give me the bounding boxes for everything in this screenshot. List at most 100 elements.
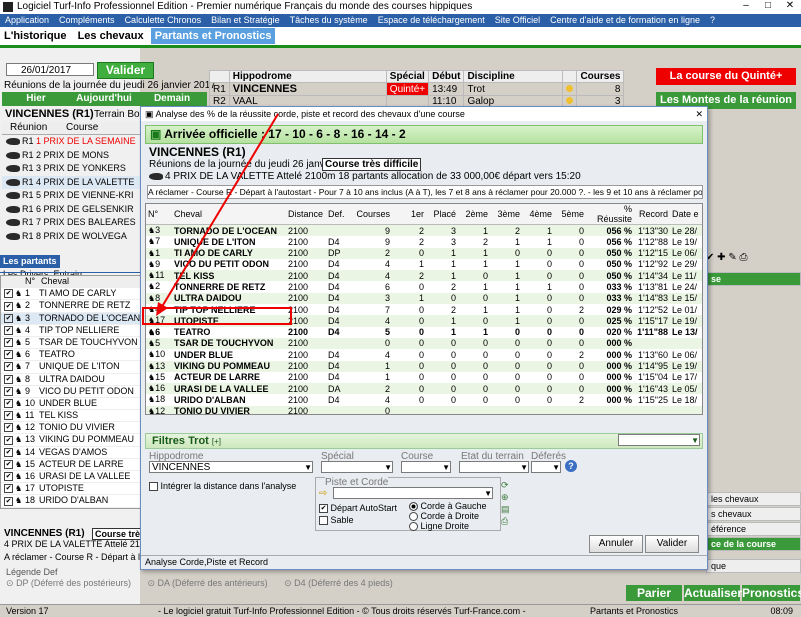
partant-checkbox[interactable]: ✔ — [4, 447, 13, 457]
partant-checkbox[interactable]: ✔ — [4, 411, 13, 421]
col-4[interactable]: Courses — [352, 204, 392, 225]
menu-item-7[interactable]: Centre d'aide et de formation en ligne — [550, 15, 700, 25]
toolbar-icon-3[interactable]: ✎ — [728, 252, 736, 263]
quinte-button[interactable]: La course du Quinté+ — [656, 68, 796, 85]
menu-item-6[interactable]: Site Officiel — [495, 15, 540, 25]
partant-row[interactable]: ✔ ♞ 6 TEATRO — [1, 349, 141, 362]
partant-checkbox[interactable]: ✔ — [4, 362, 13, 372]
close-button[interactable]: ✕ — [779, 0, 801, 11]
menu-item-0[interactable]: Application — [5, 15, 49, 25]
analysis-row[interactable]: ♞13 VIKING DU POMMEAU 2100 D4 1 0 0 0 0 0 0 000 % 1'… — [146, 360, 702, 372]
aujourdhui-button[interactable]: Aujourd'hui — [70, 92, 138, 106]
partant-row[interactable]: ✔ ♞ 15 ACTEUR DE LARRE — [1, 459, 141, 471]
menu-item-8[interactable]: ? — [710, 15, 715, 25]
tab-partants[interactable]: Les partants — [0, 255, 60, 268]
filtres-select[interactable]: ▼ — [618, 434, 700, 446]
partant-checkbox[interactable]: ✔ — [4, 301, 13, 311]
right-item-4[interactable]: ce de la course — [706, 537, 801, 551]
partant-row[interactable]: ✔ ♞ 11 TEL KISS — [1, 410, 141, 423]
partant-checkbox[interactable]: ✔ — [4, 484, 13, 494]
col-6[interactable]: Placé — [426, 204, 458, 225]
partant-row[interactable]: ✔ ♞ 14 VEGAS D'AMOS — [1, 447, 141, 459]
depart-auto-checkbox[interactable]: ✔ Départ AutoStart — [319, 503, 397, 514]
help-icon[interactable]: ? — [565, 460, 577, 472]
col-5[interactable]: 1er — [392, 204, 426, 225]
col-11[interactable]: % Réussite — [586, 204, 634, 225]
partant-checkbox[interactable]: ✔ — [4, 350, 13, 360]
analysis-row[interactable]: ♞15 ACTEUR DE LARRE 2100 D4 1 0 0 0 0 0 0 000 % 1'15… — [146, 372, 702, 383]
partant-checkbox[interactable]: ✔ — [4, 496, 13, 506]
partant-checkbox[interactable]: ✔ — [4, 435, 13, 445]
tab-partants-pronostics[interactable]: Partants et Pronostics — [150, 28, 276, 44]
pronostics-button[interactable]: Pronostics — [742, 585, 801, 601]
partant-row[interactable]: ✔ ♞ 13 VIKING DU POMMEAU — [1, 434, 141, 447]
filtres-expand-icon[interactable]: [+] — [212, 437, 221, 446]
annuler-button[interactable]: Annuler — [589, 535, 643, 553]
partant-row[interactable]: ✔ ♞ 16 URASI DE LA VALLEE — [1, 471, 141, 484]
right-item-1[interactable]: les chevaux — [706, 492, 801, 506]
save-icon[interactable]: ▤ — [501, 503, 510, 515]
corde-droite-radio[interactable]: Corde à Droite — [409, 511, 479, 522]
col-10[interactable]: 5ème — [554, 204, 586, 225]
partant-row[interactable]: ✔ ♞ 10 UNDER BLUE — [1, 398, 141, 411]
piste-select[interactable]: ▼ — [333, 487, 493, 499]
menu-item-4[interactable]: Tâches du système — [290, 15, 368, 25]
partant-checkbox[interactable]: ✔ — [4, 472, 13, 482]
right-item-5[interactable]: que — [706, 559, 801, 573]
minimize-button[interactable]: – — [735, 0, 757, 11]
deferes-select[interactable]: ▼ — [531, 461, 561, 473]
hier-button[interactable]: Hier — [2, 92, 70, 106]
partant-checkbox[interactable]: ✔ — [4, 325, 13, 335]
menu-item-2[interactable]: Calculette Chronos — [125, 15, 202, 25]
corde-gauche-radio[interactable]: Corde à Gauche — [409, 501, 487, 512]
partant-row[interactable]: ✔ ♞ 8 ULTRA DAIDOU — [1, 374, 141, 386]
tab-historique[interactable]: L'historique — [0, 28, 71, 44]
refresh-icon[interactable]: ⟳ — [501, 479, 510, 491]
valider-button[interactable]: Valider — [97, 62, 154, 79]
partant-row[interactable]: ✔ ♞ 17 UTOPISTE — [1, 483, 141, 496]
partant-row[interactable]: ✔ ♞ 12 TONIO DU VIVIER — [1, 422, 141, 435]
integrer-checkbox[interactable]: Intégrer la distance dans l'analyse — [149, 481, 296, 492]
partant-checkbox[interactable]: ✔ — [4, 423, 13, 433]
tab-chevaux[interactable]: Les chevaux — [74, 28, 148, 44]
partant-row[interactable]: ✔ ♞ 4 TIP TOP NELLIERE — [1, 325, 141, 337]
partant-checkbox[interactable]: ✔ — [4, 338, 13, 348]
analysis-row[interactable]: ♞6 TEATRO 2100 D4 5 0 1 1 0 0 0 020 % 1'11"88 Le 13/ — [146, 327, 702, 338]
dialog-valider-button[interactable]: Valider — [645, 535, 699, 553]
col-8[interactable]: 3ème — [490, 204, 522, 225]
actualiser-button[interactable]: Actualiser — [684, 585, 742, 601]
hippodrome-select[interactable]: VINCENNES ▼ — [149, 461, 313, 473]
partant-row[interactable]: ✔ ♞ 7 UNIQUE DE L'ITON — [1, 361, 141, 374]
etat-select[interactable]: ▼ — [459, 461, 529, 473]
analysis-row[interactable]: ♞10 UNDER BLUE 2100 D4 4 0 0 0 0 0 2 000 % 1'13"60 Le… — [146, 349, 702, 360]
partant-row[interactable]: ✔ ♞ 5 TSAR DE TOUCHYVON — [1, 337, 141, 350]
partant-row[interactable]: ✔ ♞ 18 URIDO D'ALBAN — [1, 495, 141, 508]
ligne-droite-radio[interactable]: Ligne Droite — [409, 521, 469, 532]
right-item-2[interactable]: s chevaux — [706, 507, 801, 521]
partant-row[interactable]: ✔ ♞ 9 VICO DU PETIT ODON — [1, 386, 141, 398]
partant-checkbox[interactable]: ✔ — [4, 386, 13, 396]
menu-item-5[interactable]: Espace de téléchargement — [378, 15, 485, 25]
partant-checkbox[interactable]: ✔ — [4, 459, 13, 469]
sable-checkbox[interactable]: Sable — [319, 515, 354, 526]
right-item-3[interactable]: éférence — [706, 522, 801, 536]
analysis-row[interactable]: ♞18 URIDO D'ALBAN 2100 D4 4 0 0 0 0 0 2 000 % 1'15"2… — [146, 394, 702, 405]
analysis-row[interactable]: ♞5 TSAR DE TOUCHYVON 2100 0 0 0 0 0 0 0 000 % — [146, 337, 702, 350]
demain-button[interactable]: Demain — [138, 92, 206, 106]
col-9[interactable]: 4ème — [522, 204, 554, 225]
partant-checkbox[interactable]: ✔ — [4, 374, 13, 384]
partant-checkbox[interactable]: ✔ — [4, 289, 13, 299]
date-input[interactable]: 26/01/2017 — [6, 63, 94, 76]
analysis-row[interactable]: ♞16 URASI DE LA VALLEE 2100 DA 2 0 0 0 0 0 0 000 % 1… — [146, 383, 702, 395]
add-icon[interactable]: ⊕ — [501, 491, 510, 503]
toolbar-icon-2[interactable]: ✚ — [717, 252, 725, 263]
col-7[interactable]: 2ème — [458, 204, 490, 225]
program-row[interactable]: R1 VINCENNES Quinté+ 13:49 Trot 8 — [209, 82, 625, 96]
maximize-button[interactable]: □ — [757, 0, 779, 11]
partant-checkbox[interactable]: ✔ — [4, 399, 13, 408]
menu-item-3[interactable]: Bilan et Stratégie — [211, 15, 280, 25]
course-select[interactable]: ▼ — [401, 461, 451, 473]
partant-checkbox[interactable]: ✔ — [4, 313, 13, 323]
special-select[interactable]: ▼ — [321, 461, 393, 473]
parier-button[interactable]: Parier — [626, 585, 682, 601]
